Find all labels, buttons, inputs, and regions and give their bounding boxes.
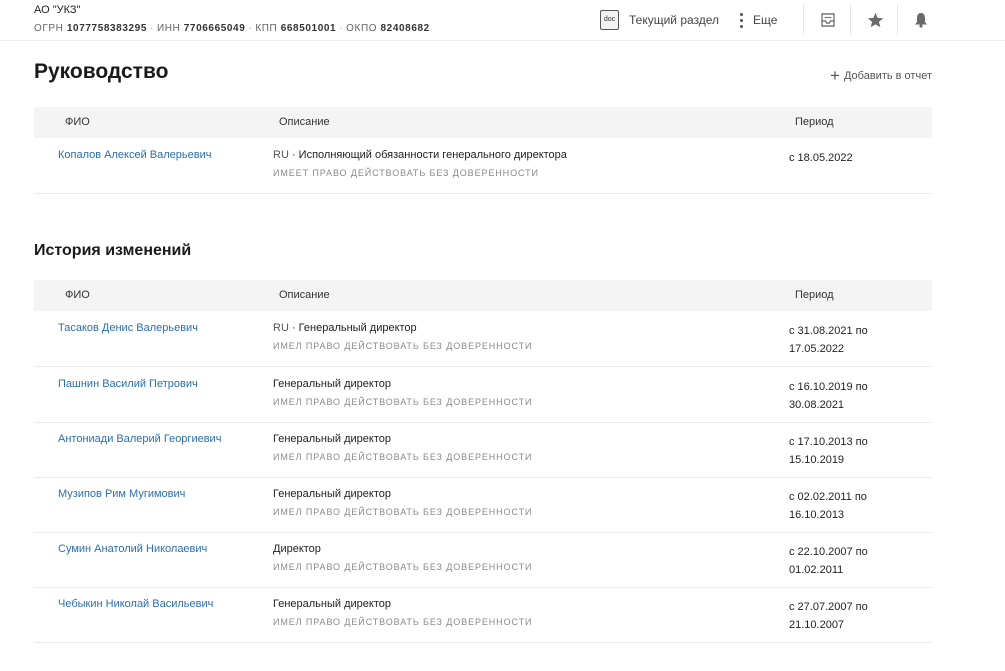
column-header-description: Описание	[279, 289, 330, 301]
period: с 16.10.2019 по 30.08.2021	[789, 381, 868, 411]
inn-label: ИНН	[156, 23, 181, 34]
okpo-label: ОКПО	[346, 23, 378, 34]
row-description: RU · Исполняющий обязанности генеральног…	[273, 149, 567, 161]
top-bar: АО "УКЗ" ОГРН 1077758383295 · ИНН 77066650…	[0, 0, 1005, 41]
table-row: Копалов Алексей Валерьевич RU · Исполняю…	[34, 138, 932, 194]
person-link[interactable]: Музипов Рим Мугимович	[58, 488, 185, 500]
favorite-button[interactable]	[862, 8, 888, 32]
more-label: Еще	[753, 13, 778, 27]
person-link[interactable]: Сумин Анатолий Николаевич	[58, 543, 207, 555]
country-code: RU	[273, 149, 289, 161]
period: с 27.07.2007 по 21.10.2007	[789, 601, 868, 631]
inbox-button[interactable]	[815, 8, 841, 32]
column-header-description: Описание	[279, 116, 330, 128]
period: с 17.10.2013 по 15.10.2019	[789, 436, 868, 466]
company-identifiers: ОГРН 1077758383295 · ИНН 7706665049 · КПП 66…	[34, 23, 430, 34]
period: с 22.10.2007 по 01.02.2011	[789, 546, 868, 576]
authority-note: ИМЕЛ ПРАВО ДЕЙСТВОВАТЬ БЕЗ ДОВЕРЕННОСТИ	[273, 397, 533, 407]
person-link[interactable]: Копалов Алексей Валерьевич	[58, 149, 211, 161]
position: Генеральный директор	[273, 378, 391, 390]
more-button[interactable]: Еще	[740, 9, 777, 31]
history-table-header: ФИО Описание Период	[34, 280, 932, 311]
table-row: Сумин Анатолий Николаевич Директор ИМЕЛ …	[34, 532, 932, 588]
row-description: RU · Генеральный директор	[273, 322, 417, 334]
position: Исполняющий обязанности генерального дир…	[298, 149, 567, 161]
separator: ·	[150, 23, 154, 34]
table-row: Музипов Рим Мугимович Генеральный директ…	[34, 477, 932, 533]
inbox-icon	[821, 13, 835, 27]
position: Генеральный директор	[273, 488, 391, 500]
table-row: Чебыкин Николай Васильевич Генеральный д…	[34, 587, 932, 643]
table-row: Антониади Валерий Георгиевич Генеральный…	[34, 422, 932, 478]
person-link[interactable]: Пашнин Василий Петрович	[58, 378, 198, 390]
position: Генеральный директор	[273, 598, 391, 610]
authority-note: ИМЕЛ ПРАВО ДЕЙСТВОВАТЬ БЕЗ ДОВЕРЕННОСТИ	[273, 507, 533, 517]
current-section-label: Текущий раздел	[629, 13, 720, 27]
star-icon	[867, 12, 883, 28]
kpp-value: 668501001	[280, 23, 337, 34]
table-row: Пашнин Василий Петрович Генеральный дире…	[34, 367, 932, 423]
column-header-fio: ФИО	[65, 116, 90, 128]
toolbar-divider	[897, 4, 898, 35]
column-header-period: Период	[795, 289, 834, 301]
position: Генеральный директор	[273, 433, 391, 445]
column-header-period: Период	[795, 116, 834, 128]
person-link[interactable]: Антониади Валерий Георгиевич	[58, 433, 221, 445]
period: с 31.08.2021 по 17.05.2022	[789, 325, 868, 355]
authority-note: ИМЕЛ ПРАВО ДЕЙСТВОВАТЬ БЕЗ ДОВЕРЕННОСТИ	[273, 562, 533, 572]
separator: ·	[339, 23, 344, 34]
ogrn-label: ОГРН	[34, 23, 64, 34]
authority-note: ИМЕЕТ ПРАВО ДЕЙСТВОВАТЬ БЕЗ ДОВЕРЕННОСТИ	[273, 168, 539, 178]
current-section-button[interactable]: doc Текущий раздел	[600, 9, 719, 31]
authority-note: ИМЕЛ ПРАВО ДЕЙСТВОВАТЬ БЕЗ ДОВЕРЕННОСТИ	[273, 452, 533, 462]
period: с 02.02.2011 по 16.10.2013	[789, 491, 867, 521]
period: с 18.05.2022	[789, 152, 853, 164]
person-link[interactable]: Тасаков Денис Валерьевич	[58, 322, 198, 334]
notifications-button[interactable]	[908, 8, 934, 32]
kpp-label: КПП	[255, 23, 278, 34]
add-to-report-button[interactable]: + Добавить в отчет	[830, 66, 932, 85]
management-table-header: ФИО Описание Период	[34, 107, 932, 138]
toolbar-divider	[803, 4, 804, 35]
position: Генеральный директор	[298, 322, 417, 334]
country-code: RU	[273, 322, 289, 334]
bell-icon	[915, 13, 927, 28]
toolbar-divider	[850, 4, 851, 35]
ogrn-value: 1077758383295	[66, 23, 147, 34]
table-row: Тасаков Денис Валерьевич RU · Генеральны…	[34, 311, 932, 367]
plus-icon: +	[830, 66, 840, 85]
history-title: История изменений	[34, 242, 192, 259]
person-link[interactable]: Чебыкин Николай Васильевич	[58, 598, 213, 610]
column-header-fio: ФИО	[65, 289, 90, 301]
add-to-report-label: Добавить в отчет	[843, 70, 932, 82]
management-title: Руководство	[34, 60, 169, 83]
company-name: АО "УКЗ"	[34, 4, 81, 16]
inn-value: 7706665049	[183, 23, 246, 34]
separator: ·	[248, 23, 253, 34]
doc-icon: doc	[600, 10, 619, 30]
more-vertical-icon	[740, 12, 744, 28]
position: Директор	[273, 543, 321, 555]
okpo-value: 82408682	[380, 23, 430, 34]
authority-note: ИМЕЛ ПРАВО ДЕЙСТВОВАТЬ БЕЗ ДОВЕРЕННОСТИ	[273, 341, 533, 351]
authority-note: ИМЕЛ ПРАВО ДЕЙСТВОВАТЬ БЕЗ ДОВЕРЕННОСТИ	[273, 617, 533, 627]
